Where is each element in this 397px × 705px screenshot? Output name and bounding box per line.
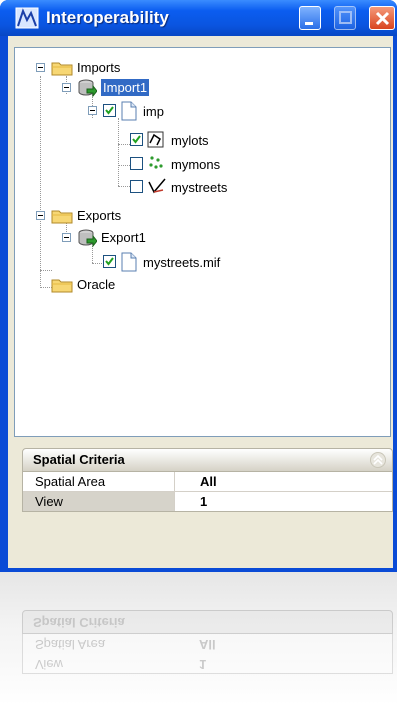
line-layer-icon: [148, 178, 166, 194]
reflection-label: Spatial Area: [35, 637, 106, 652]
reflection-label: View: [35, 657, 63, 672]
mylots-checkbox[interactable]: [130, 133, 143, 146]
property-row-view[interactable]: View 1: [23, 492, 392, 511]
close-icon: [375, 11, 390, 26]
mystreets-checkbox[interactable]: [130, 180, 143, 193]
file-icon: [121, 101, 137, 121]
exports-collapse-toggle[interactable]: [36, 211, 45, 220]
reflection-header: Spatial Criteria: [22, 610, 393, 634]
reflection-grid: View 1 Spatial Area All: [22, 634, 393, 674]
tree-connector: [40, 270, 52, 272]
check-icon: [105, 257, 114, 266]
property-row-spatial-area[interactable]: Spatial Area All: [23, 472, 392, 492]
export1-collapse-toggle[interactable]: [62, 233, 71, 242]
title-bar[interactable]: Interoperability: [0, 0, 397, 36]
database-export-icon: [78, 229, 97, 248]
folder-icon: [51, 62, 73, 76]
reflection-title: Spatial Criteria: [33, 615, 125, 630]
property-grid: Spatial Area All View 1: [22, 472, 393, 512]
reflection-content: Spatial Criteria View 1 Spatial Area All: [8, 572, 393, 692]
property-label: Spatial Area: [23, 472, 175, 491]
maximize-button[interactable]: [334, 6, 356, 30]
property-value[interactable]: 1: [176, 492, 207, 511]
reflection-value: 1: [199, 657, 207, 672]
tree-item-export1[interactable]: Export1: [101, 229, 146, 246]
import1-collapse-toggle[interactable]: [62, 83, 71, 92]
tree-connector: [40, 76, 42, 288]
reflection-value: All: [199, 637, 216, 652]
close-button[interactable]: [369, 6, 395, 30]
property-value[interactable]: All: [176, 472, 217, 491]
minimize-button[interactable]: [299, 6, 321, 30]
imp-collapse-toggle[interactable]: [88, 106, 97, 115]
tree-item-imports[interactable]: Imports: [77, 59, 120, 76]
property-label: View: [23, 492, 175, 511]
window-title: Interoperability: [46, 8, 169, 27]
imp-checkbox[interactable]: [103, 104, 116, 117]
tree-item-mymons[interactable]: mymons: [171, 156, 220, 173]
check-icon: [105, 106, 114, 115]
imports-collapse-toggle[interactable]: [36, 63, 45, 72]
tree-item-mystreets-mif[interactable]: mystreets.mif: [143, 254, 220, 271]
interoperability-app-icon: [15, 7, 39, 29]
spatial-criteria-title: Spatial Criteria: [33, 452, 125, 467]
polygon-layer-icon: [147, 131, 164, 148]
tree-item-imp[interactable]: imp: [143, 103, 164, 120]
collapse-panel-button[interactable]: [370, 452, 386, 468]
tree-item-mylots[interactable]: mylots: [171, 132, 209, 149]
mymons-checkbox[interactable]: [130, 157, 143, 170]
tree-item-mystreets[interactable]: mystreets: [171, 179, 227, 196]
folder-icon: [51, 279, 73, 293]
tree-item-import1[interactable]: Import1: [99, 78, 151, 97]
spatial-criteria-panel: Spatial Criteria Spatial Area All View 1: [22, 448, 393, 528]
point-layer-icon: [149, 156, 163, 169]
window-reflection: Spatial Criteria View 1 Spatial Area All: [0, 572, 397, 705]
file-icon: [121, 252, 137, 272]
spatial-criteria-header[interactable]: Spatial Criteria: [22, 448, 393, 472]
mystreets-mif-checkbox[interactable]: [103, 255, 116, 268]
maximize-icon: [339, 11, 352, 24]
folder-icon: [51, 210, 73, 224]
check-icon: [132, 135, 141, 144]
chevron-up-icon: [373, 454, 383, 465]
database-import-icon: [78, 79, 97, 98]
minimize-icon: [305, 22, 313, 25]
interoperability-tree[interactable]: Imports Import1 imp mylots mymons mystre…: [14, 47, 391, 437]
tree-item-exports[interactable]: Exports: [77, 207, 121, 224]
tree-connector: [118, 118, 120, 186]
tree-item-oracle[interactable]: Oracle: [77, 276, 115, 293]
